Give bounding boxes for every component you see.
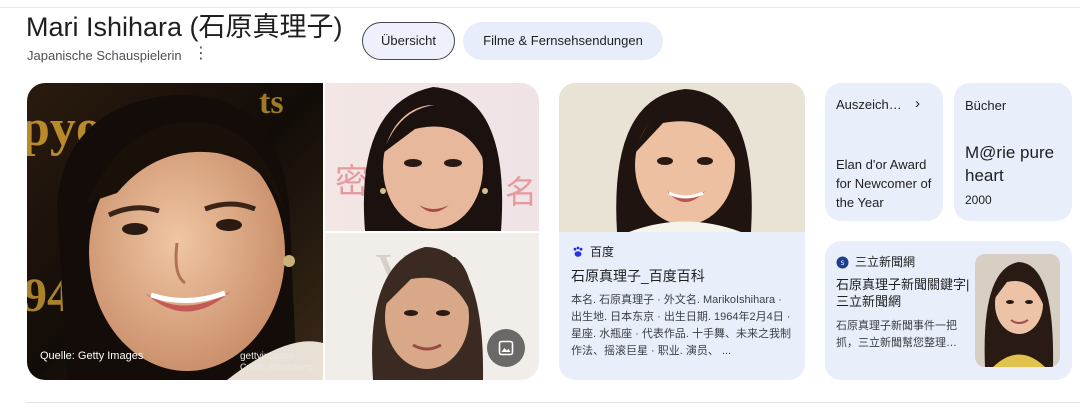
top-divider	[0, 7, 1080, 8]
more-vert-icon[interactable]: ⋮	[193, 45, 209, 65]
baidu-source-name: 百度	[590, 245, 615, 259]
bottom-divider	[26, 402, 1080, 403]
page-title: Mari Ishihara (石原真理子)	[26, 12, 343, 42]
main-image[interactable]: pyo ts 94 gettyimages Credit: Bloomberg …	[27, 83, 323, 380]
main-portrait-photo: pyo ts 94	[27, 83, 323, 380]
page-subtitle: Japanische Schauspielerin	[27, 48, 182, 63]
baidu-portrait-photo	[559, 83, 805, 232]
baidu-headline[interactable]: 石原真理子_百度百科	[571, 267, 705, 285]
news-thumbnail	[975, 254, 1060, 367]
news-source-name: 三立新聞網	[855, 255, 916, 269]
books-card[interactable]: Bücher M@rie pure heart 2000	[954, 83, 1072, 221]
books-label: Bücher	[965, 98, 1007, 113]
news-source: S 三立新聞網	[836, 255, 915, 269]
awards-label: Auszeich…	[836, 97, 902, 112]
tab-overview[interactable]: Übersicht	[362, 22, 455, 60]
portrait-photo-2: 密 名	[325, 83, 539, 231]
svg-text:ts: ts	[259, 84, 284, 121]
news-headline[interactable]: 石原真理子新聞關鍵字| 三立新聞網	[836, 276, 974, 310]
baidu-paw-icon	[573, 246, 583, 257]
svg-text:S: S	[841, 260, 845, 267]
book-year: 2000	[965, 193, 992, 207]
award-name: Elan d'or Award for Newcomer of the Year	[836, 157, 932, 210]
image-thumbnail-3[interactable]: VE	[325, 233, 539, 380]
news-portrait-photo	[975, 254, 1060, 367]
tab-movies-tv[interactable]: Filme & Fernsehsendungen	[463, 22, 663, 60]
image-thumbnail-2[interactable]: 密 名	[325, 83, 539, 231]
news-result-card[interactable]: S 三立新聞網 石原真理子新聞關鍵字| 三立新聞網 石原真理子新聞事件一把抓，三…	[825, 241, 1072, 380]
news-snippet: 石原真理子新聞事件一把抓，三立新聞幫您整理…	[836, 320, 957, 349]
image-source-label: Quelle: Getty Images	[40, 350, 144, 362]
baidu-source: 百度	[572, 245, 614, 259]
awards-card[interactable]: Auszeich… › Elan d'or Award for Newcomer…	[825, 83, 943, 221]
chevron-right-icon: ›	[915, 95, 920, 112]
svg-text:名: 名	[505, 173, 537, 211]
setn-logo-icon: S	[836, 256, 849, 268]
image-gallery-icon[interactable]	[487, 329, 525, 367]
baidu-snippet: 本名. 石原真理子 · 外文名. MarikoIshihara · 出生地. 日…	[571, 294, 791, 357]
svg-text:密: 密	[335, 162, 369, 202]
getty-watermark: gettyimages Credit: Bloomberg	[240, 351, 313, 373]
baidu-result-card[interactable]: 百度 石原真理子_百度百科 本名. 石原真理子 · 外文名. MarikoIsh…	[559, 83, 805, 380]
book-title: M@rie pure heart	[965, 143, 1055, 185]
